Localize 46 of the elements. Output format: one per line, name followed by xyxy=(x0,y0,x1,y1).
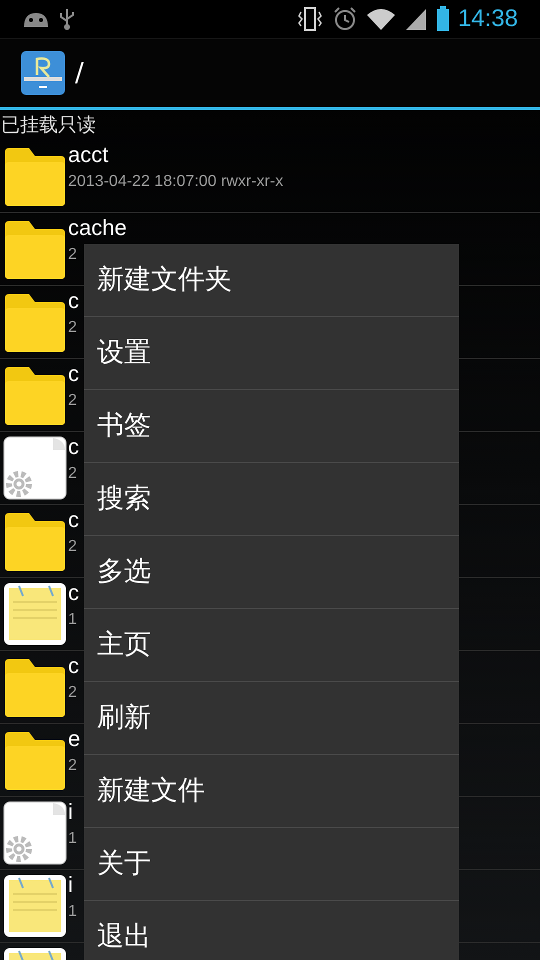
file-details: 1 xyxy=(68,611,78,629)
file-name[interactable]: e xyxy=(68,727,80,751)
file-details: 2 xyxy=(68,246,78,264)
vibrate-icon xyxy=(296,6,324,32)
menu-item[interactable]: 多选 xyxy=(84,536,459,609)
file-name[interactable]: c xyxy=(68,289,79,313)
file-details: 2 xyxy=(68,392,78,410)
settings-file-icon xyxy=(3,436,67,500)
file-name[interactable]: c xyxy=(68,654,79,678)
file-name[interactable]: i xyxy=(68,873,77,897)
menu-item[interactable]: 刷新 xyxy=(84,682,459,755)
file-details: 2 xyxy=(68,319,78,337)
settings-file-icon xyxy=(3,801,67,865)
battery-icon xyxy=(436,6,450,32)
file-details: 1 xyxy=(68,903,77,921)
menu-item[interactable]: 设置 xyxy=(84,317,459,390)
file-details: 1 xyxy=(68,830,77,848)
menu-item[interactable]: 搜索 xyxy=(84,463,459,536)
file-name[interactable]: c xyxy=(68,581,79,605)
file-name[interactable]: c xyxy=(68,508,79,532)
file-details: 2 xyxy=(68,757,78,775)
file-details: 2013-04-22 18:07:00 rwxr-xr-x xyxy=(68,173,284,191)
mount-status: 已挂载只读 xyxy=(0,113,97,138)
file-name[interactable]: c xyxy=(68,435,79,459)
file-details: 2 xyxy=(68,538,78,556)
alarm-icon xyxy=(332,6,358,32)
file-details: 2 xyxy=(68,465,78,483)
menu-item[interactable]: 关于 xyxy=(84,828,459,901)
menu-item[interactable]: 新建文件 xyxy=(84,755,459,828)
file-name[interactable]: cache xyxy=(68,216,127,240)
signal-icon xyxy=(404,7,428,31)
wifi-icon xyxy=(366,7,396,31)
app-logo-icon[interactable] xyxy=(21,51,65,95)
file-details: 2 xyxy=(68,684,78,702)
clock: 14:38 xyxy=(458,5,518,33)
file-name[interactable]: acct xyxy=(68,143,284,167)
file-name[interactable]: i xyxy=(68,800,77,824)
menu-item[interactable]: 退出 xyxy=(84,901,459,960)
file-name[interactable]: c xyxy=(68,362,79,386)
menu-item[interactable]: 主页 xyxy=(84,609,459,682)
usb-icon xyxy=(58,7,76,31)
menu-item[interactable]: 书签 xyxy=(84,390,459,463)
note-file-icon xyxy=(3,874,67,938)
path-title: / xyxy=(75,58,84,88)
note-file-icon xyxy=(3,582,67,646)
menu-item[interactable]: 新建文件夹 xyxy=(84,244,459,317)
